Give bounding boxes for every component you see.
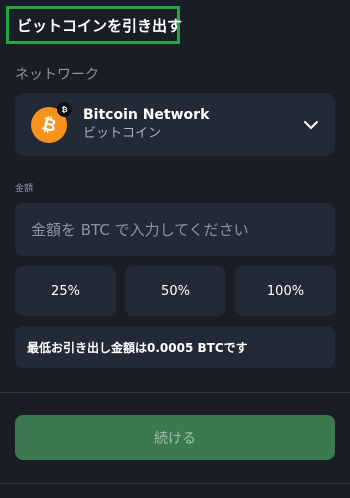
network-subtitle: ビットコイン (83, 126, 162, 141)
coin-icon-wrap: ₿ ₿ (31, 101, 72, 143)
bitcoin-badge-icon: ₿ (57, 101, 72, 117)
continue-button[interactable]: 続ける (15, 415, 335, 460)
network-text: Bitcoin Network ビットコイン (83, 106, 209, 143)
percent-50-button[interactable]: 50% (125, 266, 226, 316)
withdraw-page: ビットコインを引き出す ネットワーク ₿ ₿ Bitcoin Network ビ… (0, 0, 350, 498)
min-withdrawal-notice: 最低お引き出し金額は0.0005 BTCです (15, 326, 335, 368)
chevron-down-icon[interactable] (301, 115, 321, 135)
page-title: ビットコインを引き出す (17, 16, 183, 35)
divider-bottom (0, 483, 350, 484)
title-highlight-box: ビットコインを引き出す (6, 6, 183, 44)
amount-label: 金額 (15, 184, 34, 194)
percent-25-button[interactable]: 25% (15, 266, 116, 316)
divider-top (0, 392, 350, 393)
percent-100-button[interactable]: 100% (235, 266, 336, 316)
badge-symbol: ₿ (61, 105, 67, 114)
min-withdrawal-text: 最低お引き出し金額は0.0005 BTCです (27, 340, 248, 355)
svg-text:₿: ₿ (61, 105, 67, 114)
network-label: ネットワーク (15, 67, 99, 83)
amount-input[interactable] (15, 203, 335, 256)
bitcoin-symbol: ₿ (40, 114, 59, 136)
network-select[interactable]: ₿ ₿ Bitcoin Network ビットコイン (15, 93, 335, 156)
svg-text:₿: ₿ (40, 114, 59, 136)
network-name: Bitcoin Network (83, 107, 210, 123)
